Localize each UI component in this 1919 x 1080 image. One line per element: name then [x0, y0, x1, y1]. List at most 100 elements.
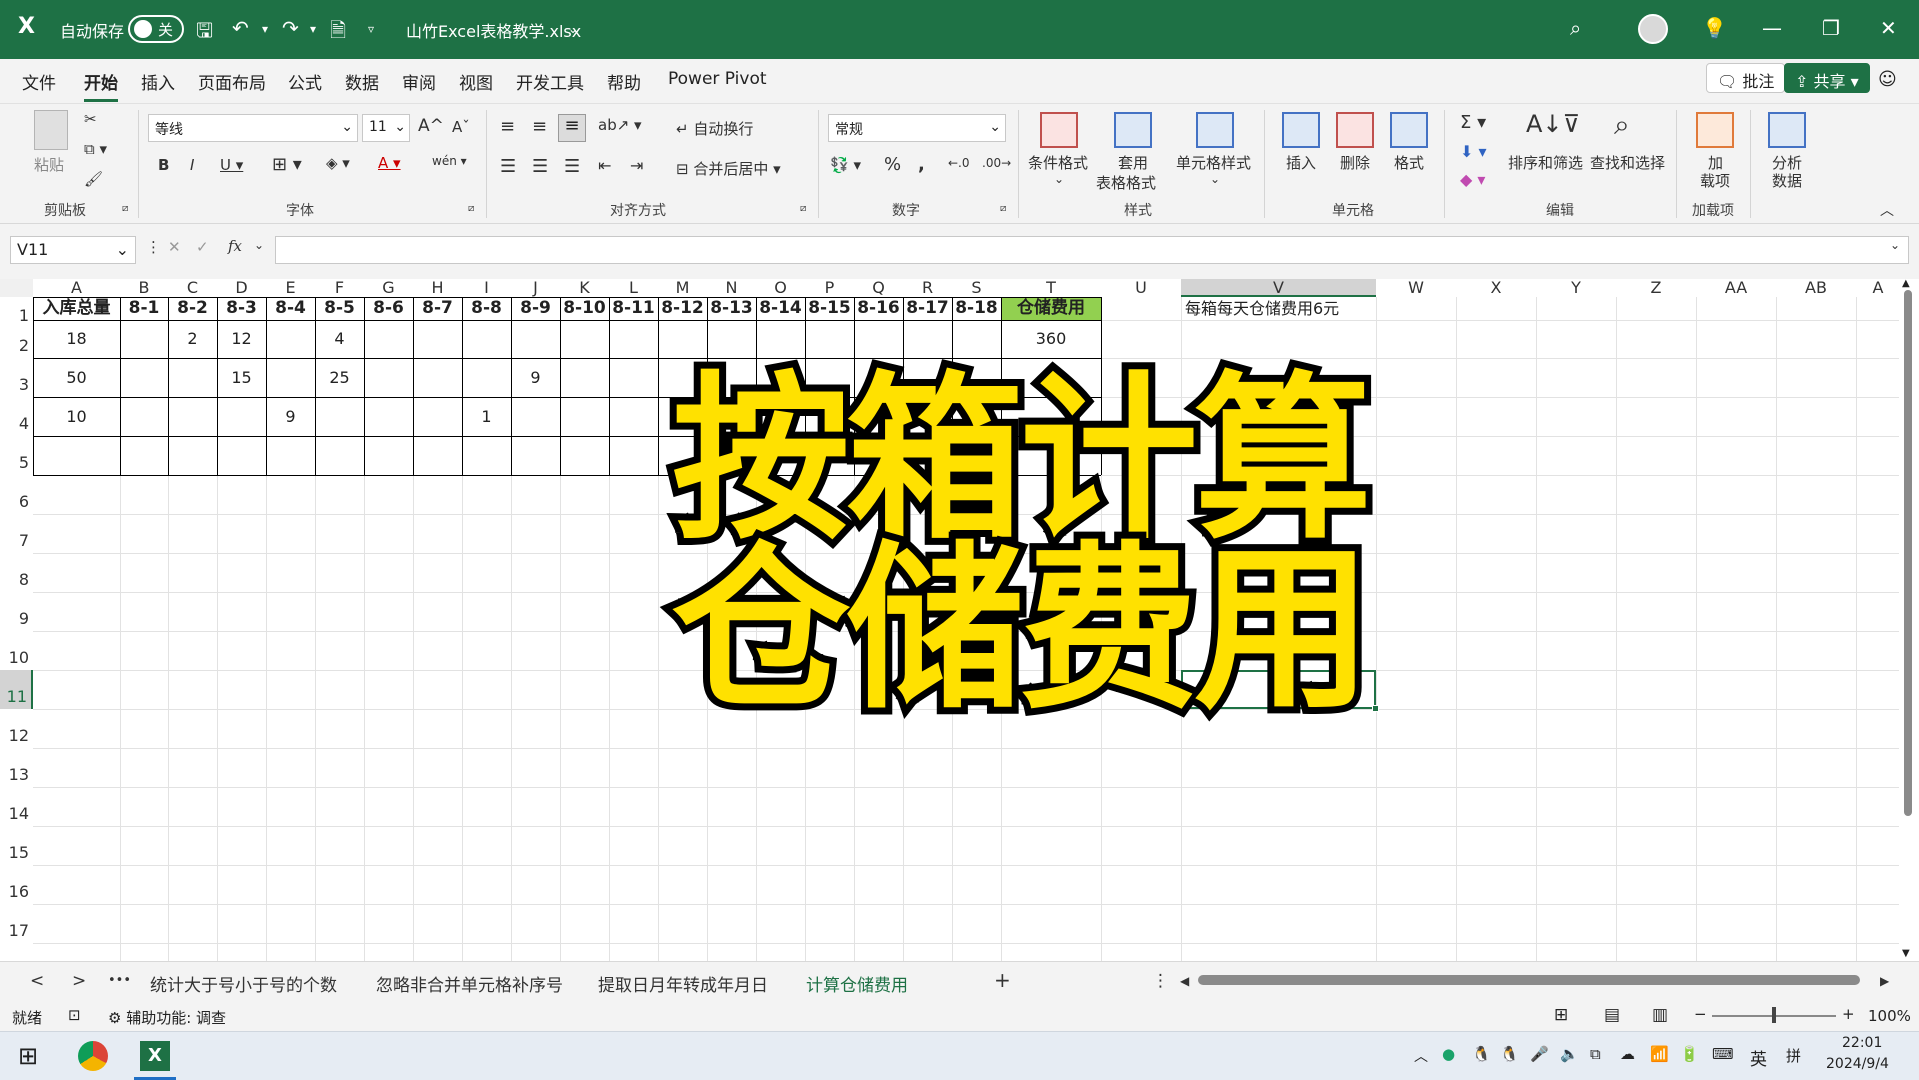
number-launcher-icon[interactable]: ⧄ [1000, 203, 1006, 214]
column-header[interactable]: B [120, 279, 168, 297]
row-header[interactable]: 1 [0, 297, 33, 325]
table-header-cell[interactable]: 仓储费用 [1001, 297, 1101, 320]
clock-time[interactable]: 22:01 [1842, 1035, 1882, 1051]
column-header[interactable]: A [1856, 279, 1899, 297]
column-header[interactable]: AB [1776, 279, 1856, 297]
row-header[interactable]: 6 [0, 475, 33, 514]
qq-icon[interactable]: 🐧 [1500, 1045, 1519, 1063]
increase-decimal-icon[interactable]: ←.0 [948, 156, 970, 170]
normal-view-icon[interactable]: ⊞ [1554, 1005, 1568, 1025]
undo-icon[interactable]: ↶ [232, 16, 249, 40]
scroll-down-icon[interactable]: ▼ [1902, 948, 1910, 959]
redo-icon[interactable]: ↷ [282, 16, 299, 40]
menu-power-pivot[interactable]: Power Pivot [668, 69, 767, 89]
cell-style-label[interactable]: 单元格样式 [1176, 152, 1251, 173]
page-layout-view-icon[interactable]: ▤ [1604, 1005, 1620, 1025]
chevron-down-icon[interactable]: ⌄ [1210, 172, 1220, 186]
column-header[interactable]: AA [1696, 279, 1776, 297]
align-bottom-icon[interactable]: ≡ [558, 114, 586, 142]
row-header[interactable]: 16 [0, 865, 33, 904]
note-cell[interactable]: 每箱每天仓储费用6元 [1185, 297, 1339, 320]
find-select-label[interactable]: 查找和选择 [1590, 152, 1665, 173]
prev-sheet-icon[interactable]: < [30, 971, 44, 991]
table-header-cell[interactable]: 8-2 [168, 297, 217, 320]
copy-icon[interactable]: ⧉ ▾ [84, 140, 107, 158]
menu-formulas[interactable]: 公式 [288, 69, 322, 94]
row-header[interactable]: 9 [0, 592, 33, 631]
column-header[interactable]: M [658, 279, 707, 297]
filename-dropdown-icon[interactable]: ⌄ [568, 22, 578, 36]
chevron-down-icon[interactable]: ⌄ [1054, 172, 1064, 186]
ime-mode[interactable]: 拼 [1786, 1045, 1801, 1066]
row-header[interactable]: 17 [0, 904, 33, 943]
orientation-icon[interactable]: ab↗ ▾ [598, 116, 642, 134]
file-name[interactable]: 山竹Excel表格教学.xlsx [406, 18, 581, 42]
italic-icon[interactable]: I [190, 156, 194, 174]
merge-center-button[interactable]: ⊟ 合并后居中 ▾ [676, 158, 781, 179]
addins-label-2[interactable]: 载项 [1700, 170, 1730, 191]
menu-insert[interactable]: 插入 [141, 69, 175, 94]
sheet-tab[interactable]: 统计大于号小于号的个数 [150, 971, 337, 996]
close-icon[interactable]: ✕ [1880, 16, 1897, 40]
page-break-view-icon[interactable]: ▥ [1652, 1005, 1668, 1025]
autosum-icon[interactable]: Σ ▾ [1460, 112, 1486, 133]
excel-taskbar-icon[interactable]: X [140, 1041, 170, 1071]
name-box[interactable]: V11 ⌄ [10, 236, 136, 264]
table-header-cell[interactable]: 8-8 [462, 297, 511, 320]
volume-icon[interactable]: 🔈 [1560, 1045, 1579, 1063]
clear-icon[interactable]: ◆ ▾ [1460, 170, 1485, 189]
table-format-icon[interactable] [1114, 112, 1152, 148]
align-top-icon[interactable]: ≡ [500, 116, 515, 137]
chevron-down-icon[interactable]: ⌄ [254, 238, 264, 252]
more-icon[interactable]: ⋮ [146, 238, 161, 256]
undo-dropdown-icon[interactable]: ▾ [262, 22, 268, 36]
wrap-text-button[interactable]: ↵ 自动换行 [676, 118, 753, 139]
currency-icon[interactable]: 💱 ▾ [830, 156, 861, 174]
number-format-select[interactable]: 常规 ⌄ [828, 114, 1006, 142]
column-header[interactable]: S [952, 279, 1001, 297]
column-header[interactable]: P [805, 279, 854, 297]
phonetic-icon[interactable]: wén ▾ [432, 154, 467, 168]
battery-icon[interactable]: 🔋 [1680, 1045, 1699, 1063]
next-sheet-icon[interactable]: > [72, 971, 86, 991]
menu-help[interactable]: 帮助 [607, 69, 641, 94]
column-header[interactable]: Z [1616, 279, 1696, 297]
ime-indicator[interactable]: 英 [1750, 1045, 1767, 1070]
decrease-decimal-icon[interactable]: .00→ [982, 156, 1011, 170]
column-header[interactable]: O [756, 279, 805, 297]
feedback-icon[interactable]: ☺ [1878, 69, 1897, 90]
select-all-corner[interactable] [0, 279, 33, 297]
keyboard-icon[interactable]: ⌨ [1712, 1045, 1734, 1063]
paste-icon[interactable] [34, 110, 68, 150]
zoom-out-icon[interactable]: − [1694, 1005, 1707, 1023]
menu-developer[interactable]: 开发工具 [516, 69, 584, 94]
row-header[interactable]: 11 [0, 670, 33, 709]
sheet-tab[interactable]: 忽略非合并单元格补序号 [376, 971, 563, 996]
table-cell[interactable]: 12 [217, 320, 266, 358]
comment-button[interactable]: 🗨 批注 [1706, 63, 1786, 93]
column-header[interactable]: N [707, 279, 756, 297]
font-launcher-icon[interactable]: ⧄ [468, 203, 474, 214]
row-header[interactable]: 14 [0, 787, 33, 826]
analyze-data-label-2[interactable]: 数据 [1772, 170, 1802, 191]
percent-icon[interactable]: % [884, 154, 901, 175]
table-header-cell[interactable]: 8-12 [658, 297, 707, 320]
sheet-tab-active[interactable]: 计算仓储费用 [798, 971, 916, 1004]
table-cell[interactable]: 1 [462, 397, 511, 436]
comma-icon[interactable]: , [918, 154, 925, 175]
wechat-icon[interactable]: ● [1442, 1045, 1455, 1063]
hscroll-right-icon[interactable]: ▶ [1880, 974, 1889, 988]
show-hidden-icons-icon[interactable]: ︿ [1414, 1046, 1428, 1066]
delete-cells-label[interactable]: 删除 [1340, 152, 1370, 173]
sort-filter-icon[interactable]: A↓⊽ [1526, 110, 1580, 138]
border-icon[interactable]: ⊞ ▾ [272, 154, 302, 175]
insert-cells-label[interactable]: 插入 [1286, 152, 1316, 173]
vertical-scroll-thumb[interactable] [1904, 290, 1912, 816]
fill-handle[interactable] [1372, 705, 1379, 712]
row-header[interactable]: 15 [0, 826, 33, 865]
table-header-cell[interactable]: 8-15 [805, 297, 854, 320]
column-header[interactable]: T [1001, 279, 1101, 297]
shrink-font-icon[interactable]: Aˇ [452, 118, 470, 136]
zoom-slider-thumb[interactable] [1772, 1007, 1776, 1023]
table-format-label-2[interactable]: 表格格式 [1096, 172, 1156, 193]
